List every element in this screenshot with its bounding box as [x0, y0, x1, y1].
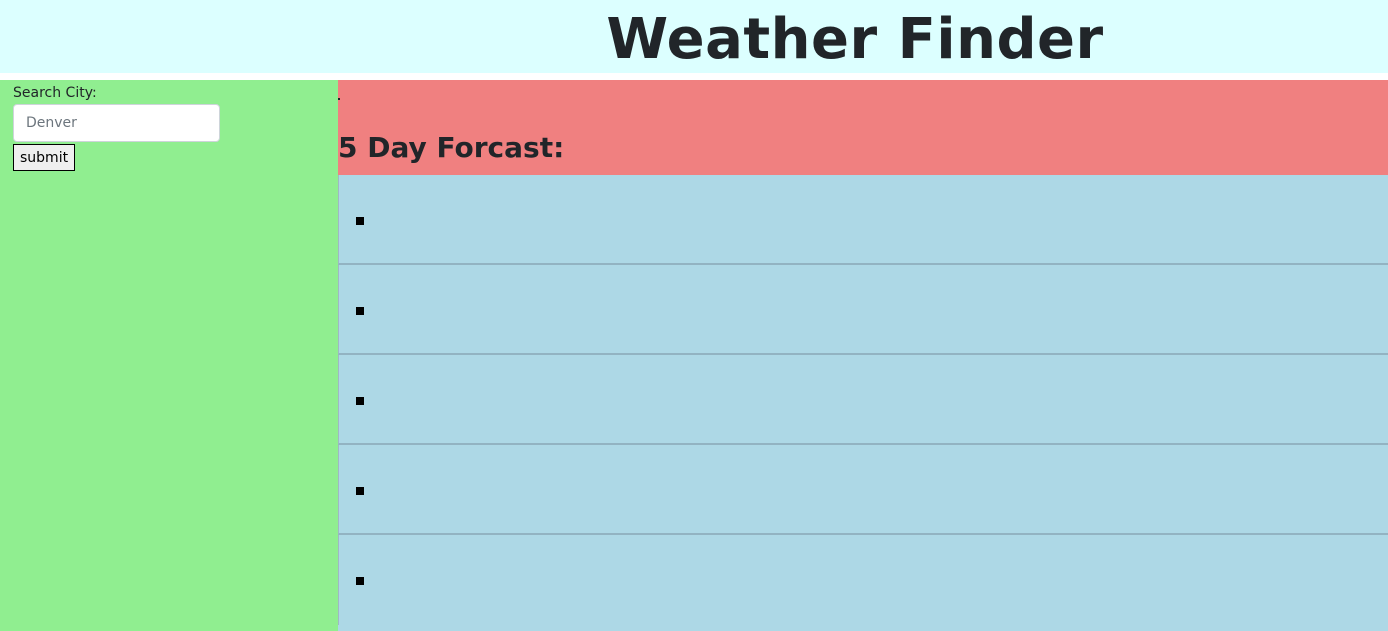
search-sidebar: Search City: submit [0, 80, 338, 631]
forecast-day-1 [338, 175, 1388, 265]
list-bullet-icon [356, 487, 364, 495]
submit-button[interactable]: submit [13, 144, 76, 171]
page-header: Weather Finder [0, 0, 1388, 73]
list-bullet-icon [356, 577, 364, 585]
forecast-day-3 [338, 355, 1388, 445]
forecast-day-4 [338, 445, 1388, 535]
forecast-list [338, 175, 1388, 631]
forecast-day-2 [338, 265, 1388, 355]
search-city-label: Search City: [13, 85, 97, 101]
list-bullet-icon [356, 397, 364, 405]
forecast-heading: 5 Day Forcast: [338, 131, 565, 164]
page-title: Weather Finder [606, 7, 1104, 72]
search-city-input[interactable] [13, 104, 220, 142]
list-bullet-icon [356, 217, 364, 225]
list-bullet-icon [356, 307, 364, 315]
current-city-text [338, 98, 340, 100]
header-divider [0, 73, 1388, 80]
current-weather-panel: 5 Day Forcast: [338, 80, 1388, 175]
forecast-day-5 [338, 535, 1388, 625]
